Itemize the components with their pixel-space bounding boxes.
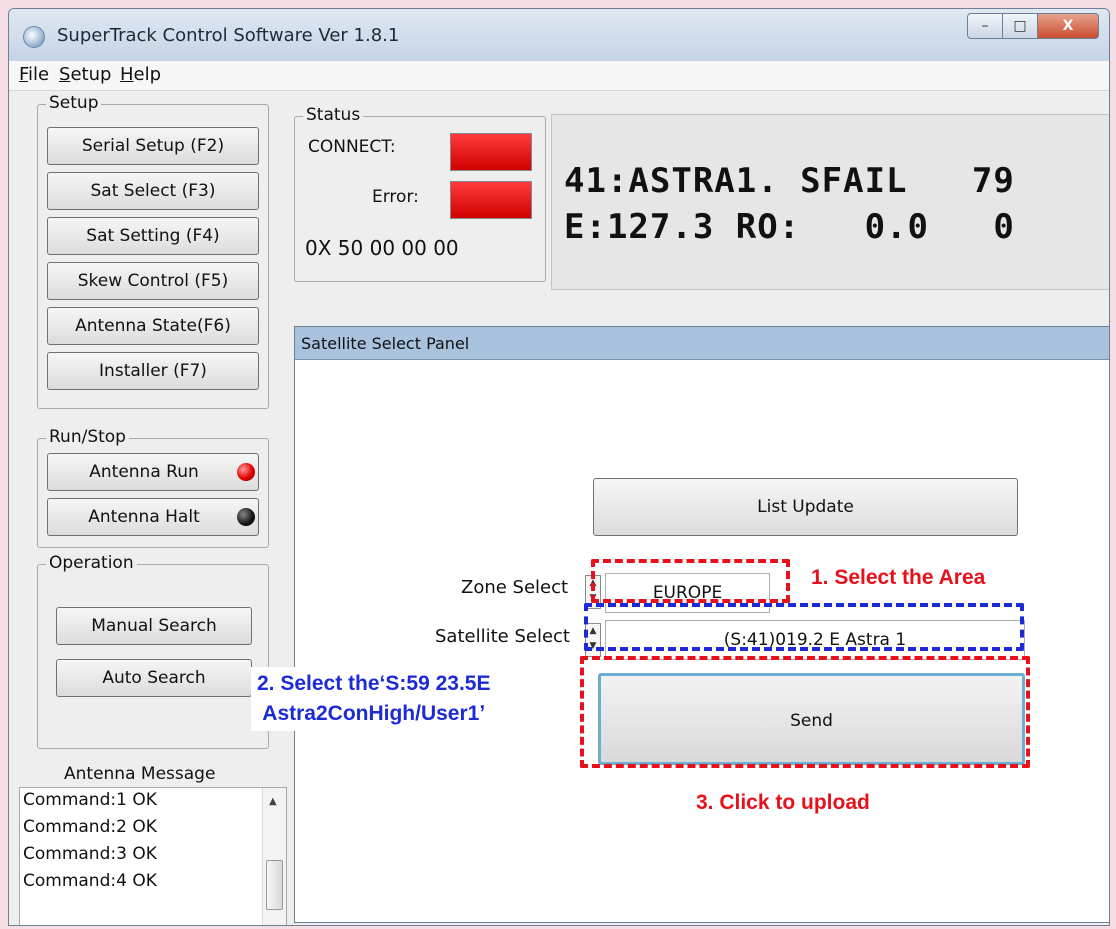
serial-setup-button[interactable]: Serial Setup (F2) [47,127,259,165]
setup-group-label: Setup [46,93,102,113]
operation-group: Operation Manual Search Auto Search [37,553,269,749]
annotation-select-satellite-line-2: Astra2ConHigh/User1ʼ [262,702,486,725]
lcd-line-2: E:127.3 RO: 0.0 0 [564,207,1015,247]
lcd-line-1: 41:ASTRA1. SFAIL 79 [564,161,1015,201]
send-highlight-box [580,656,1030,768]
menu-file[interactable]: File [19,64,49,85]
error-led-icon [450,181,532,219]
annotation-click-upload: 3. Click to upload [690,789,876,817]
annotation-select-satellite: 2. Select theʻS:59 23.5E Astra2ConHigh/U… [251,667,497,731]
scroll-up-icon[interactable]: ▲ [269,796,277,807]
sat-select-button[interactable]: Sat Select (F3) [47,172,259,210]
close-button[interactable]: X [1037,13,1099,39]
message-line: Command:4 OK [23,871,157,891]
auto-search-button[interactable]: Auto Search [56,659,252,697]
app-window: SuperTrack Control Software Ver 1.8.1 – … [8,8,1110,926]
lcd-display: 41:ASTRA1. SFAIL 79 E:127.3 RO: 0.0 0 [551,114,1109,290]
annotation-select-area: 1. Select the Area [805,564,992,592]
window-title: SuperTrack Control Software Ver 1.8.1 [57,25,400,46]
sat-setting-button[interactable]: Sat Setting (F4) [47,217,259,255]
error-label: Error: [372,187,419,207]
antenna-message-list[interactable]: Command:1 OK Command:2 OK Command:3 OK C… [19,787,287,925]
status-code: 0X 50 00 00 00 [305,236,459,260]
app-icon [23,26,45,48]
run-led-icon [237,463,255,481]
annotation-select-satellite-line-1: 2. Select theʻS:59 23.5E [257,672,491,695]
status-group: Status CONNECT: Error: 0X 50 00 00 00 [294,105,546,282]
installer-button[interactable]: Installer (F7) [47,352,259,390]
satellite-select-label: Satellite Select [435,626,570,647]
operation-group-label: Operation [46,553,137,573]
antenna-state-button[interactable]: Antenna State(F6) [47,307,259,345]
run-stop-group: Run/Stop Antenna Run Antenna Halt [37,427,269,548]
maximize-button[interactable]: □ [1002,13,1038,39]
message-line: Command:2 OK [23,817,157,837]
zone-highlight-box [591,559,790,603]
menu-setup[interactable]: Setup [59,64,111,85]
manual-search-button[interactable]: Manual Search [56,607,252,645]
menu-help[interactable]: Help [120,64,161,85]
connect-led-icon [450,133,532,171]
menu-bar: File Setup Help [9,61,1109,91]
title-bar[interactable]: SuperTrack Control Software Ver 1.8.1 – … [9,9,1109,61]
connect-label: CONNECT: [308,137,396,157]
antenna-run-label: Antenna Run [89,462,199,482]
run-stop-group-label: Run/Stop [46,427,129,447]
message-scrollbar[interactable]: ▲ [262,788,286,925]
minimize-button[interactable]: – [967,13,1003,39]
antenna-message-label: Antenna Message [64,764,216,784]
antenna-halt-button[interactable]: Antenna Halt [47,498,259,536]
scroll-thumb[interactable] [266,860,283,910]
message-line: Command:1 OK [23,790,157,810]
list-update-button[interactable]: List Update [593,478,1018,536]
satellite-highlight-box [584,603,1024,651]
zone-select-label: Zone Select [461,577,569,598]
status-group-label: Status [303,105,364,125]
skew-control-button[interactable]: Skew Control (F5) [47,262,259,300]
panel-title: Satellite Select Panel [295,327,1109,360]
antenna-run-button[interactable]: Antenna Run [47,453,259,491]
antenna-halt-label: Antenna Halt [88,507,200,527]
message-line: Command:3 OK [23,844,157,864]
halt-led-icon [237,508,255,526]
setup-group: Setup Serial Setup (F2) Sat Select (F3) … [37,93,269,409]
